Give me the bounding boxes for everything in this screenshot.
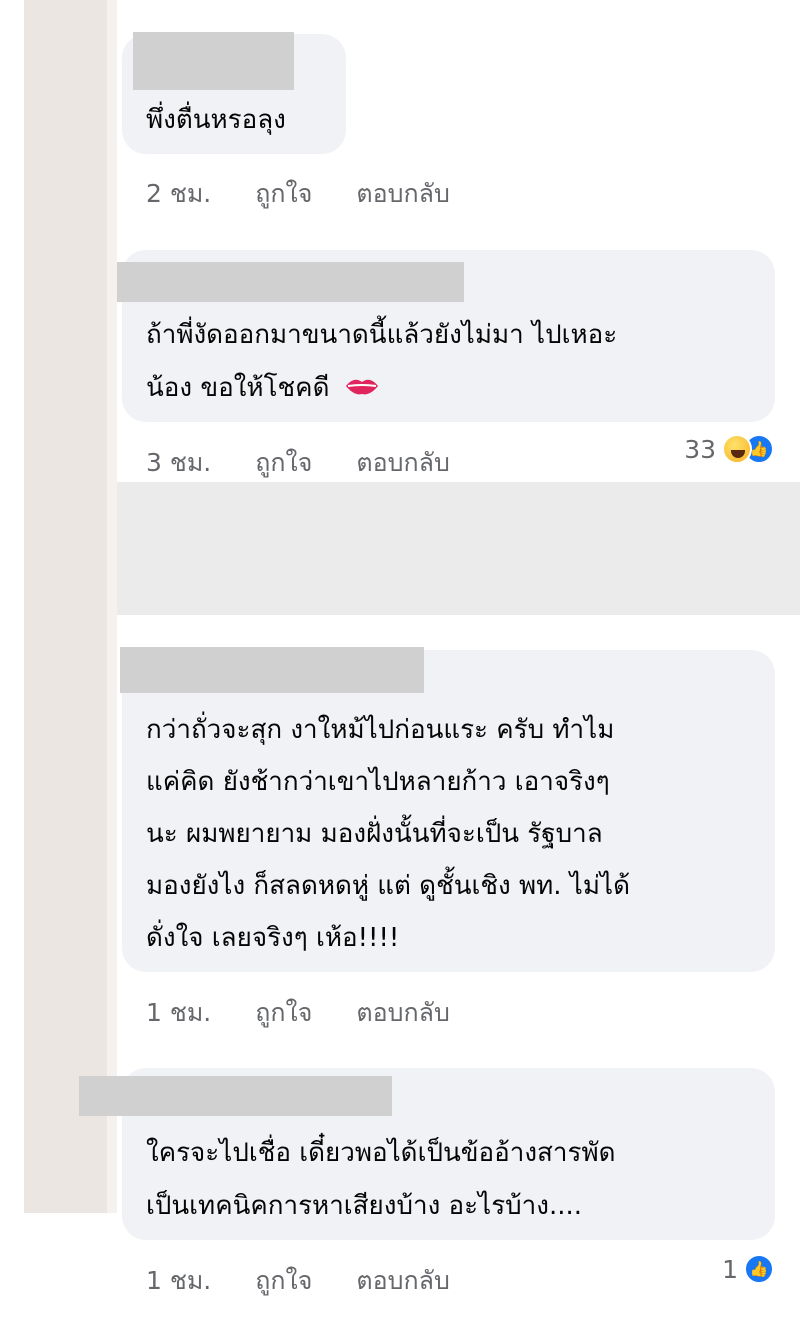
- reply-button[interactable]: ตอบกลับ: [356, 443, 449, 483]
- redacted-author-name: [117, 262, 464, 302]
- like-button[interactable]: ถูกใจ: [255, 174, 312, 214]
- lips-emoji-icon: [344, 367, 380, 411]
- comment-actions: 3 ชม. ถูกใจ ตอบกลับ: [146, 443, 450, 483]
- comment-text-line-content: น้อง ขอให้โชคดี: [146, 373, 330, 403]
- comment-text-line: เป็นเทคนิคการหาเสียงบ้าง อะไรบ้าง....: [146, 1191, 583, 1221]
- comment-time: 2 ชม.: [146, 179, 212, 208]
- redacted-author-name: [133, 32, 294, 90]
- like-button[interactable]: ถูกใจ: [255, 443, 312, 483]
- comment-time: 1 ชม.: [146, 1266, 212, 1295]
- thread-line: [107, 0, 117, 1213]
- reaction-summary[interactable]: 1 👍: [722, 1254, 774, 1284]
- comment-text-line: ถ้าพี่งัดออกมาขนาดนี้แล้วยังไม่มา ไปเหอะ: [146, 320, 618, 350]
- like-emoji-icon: 👍: [744, 1254, 774, 1284]
- reply-button[interactable]: ตอบกลับ: [356, 993, 449, 1033]
- reply-button[interactable]: ตอบกลับ: [356, 1261, 449, 1301]
- comment-actions: 1 ชม. ถูกใจ ตอบกลับ: [146, 993, 450, 1033]
- comment-actions: 1 ชม. ถูกใจ ตอบกลับ: [146, 1261, 450, 1301]
- comment-actions: 2 ชม. ถูกใจ ตอบกลับ: [146, 174, 450, 214]
- reaction-summary[interactable]: 33 👍: [684, 434, 774, 464]
- left-background-strip: [24, 0, 107, 1213]
- like-button[interactable]: ถูกใจ: [255, 1261, 312, 1301]
- comment-text-line: ดั่งใจ เลยจริงๆ เห้อ!!!!: [146, 923, 400, 953]
- comment-text-line: น้อง ขอให้โชคดี: [146, 366, 380, 411]
- comment-text-line: กว่าถั่วจะสุก งาใหม้ไปก่อนแระ ครับ ทำไม: [146, 715, 615, 745]
- hidden-content-block: [117, 482, 800, 615]
- comment-time: 1 ชม.: [146, 998, 212, 1027]
- comment-text-line: พึ่งตื่นหรอลุง: [146, 105, 286, 135]
- comment-text-line: ใครจะไปเชื่อ เดี๋ยวพอได้เป็นข้ออ้างสารพั…: [146, 1138, 616, 1168]
- reaction-count: 1: [722, 1254, 738, 1284]
- comment-text-line: นะ ผมพยายาม มองฝั่งนั้นที่จะเป็น รัฐบาล: [146, 819, 603, 849]
- redacted-author-name: [120, 647, 424, 693]
- redacted-author-name: [79, 1076, 392, 1116]
- like-button[interactable]: ถูกใจ: [255, 993, 312, 1033]
- reply-button[interactable]: ตอบกลับ: [356, 174, 449, 214]
- reaction-count: 33: [684, 434, 716, 464]
- comment-time: 3 ชม.: [146, 448, 212, 477]
- comment-text-line: แค่คิด ยังช้ากว่าเขาไปหลายก้าว เอาจริงๆ: [146, 767, 610, 797]
- laugh-emoji-icon: [722, 434, 752, 464]
- comment-text-line: มองยังไง ก็สลดหดหู่ แต่ ดูชั้นเชิง พท. ไ…: [146, 871, 630, 901]
